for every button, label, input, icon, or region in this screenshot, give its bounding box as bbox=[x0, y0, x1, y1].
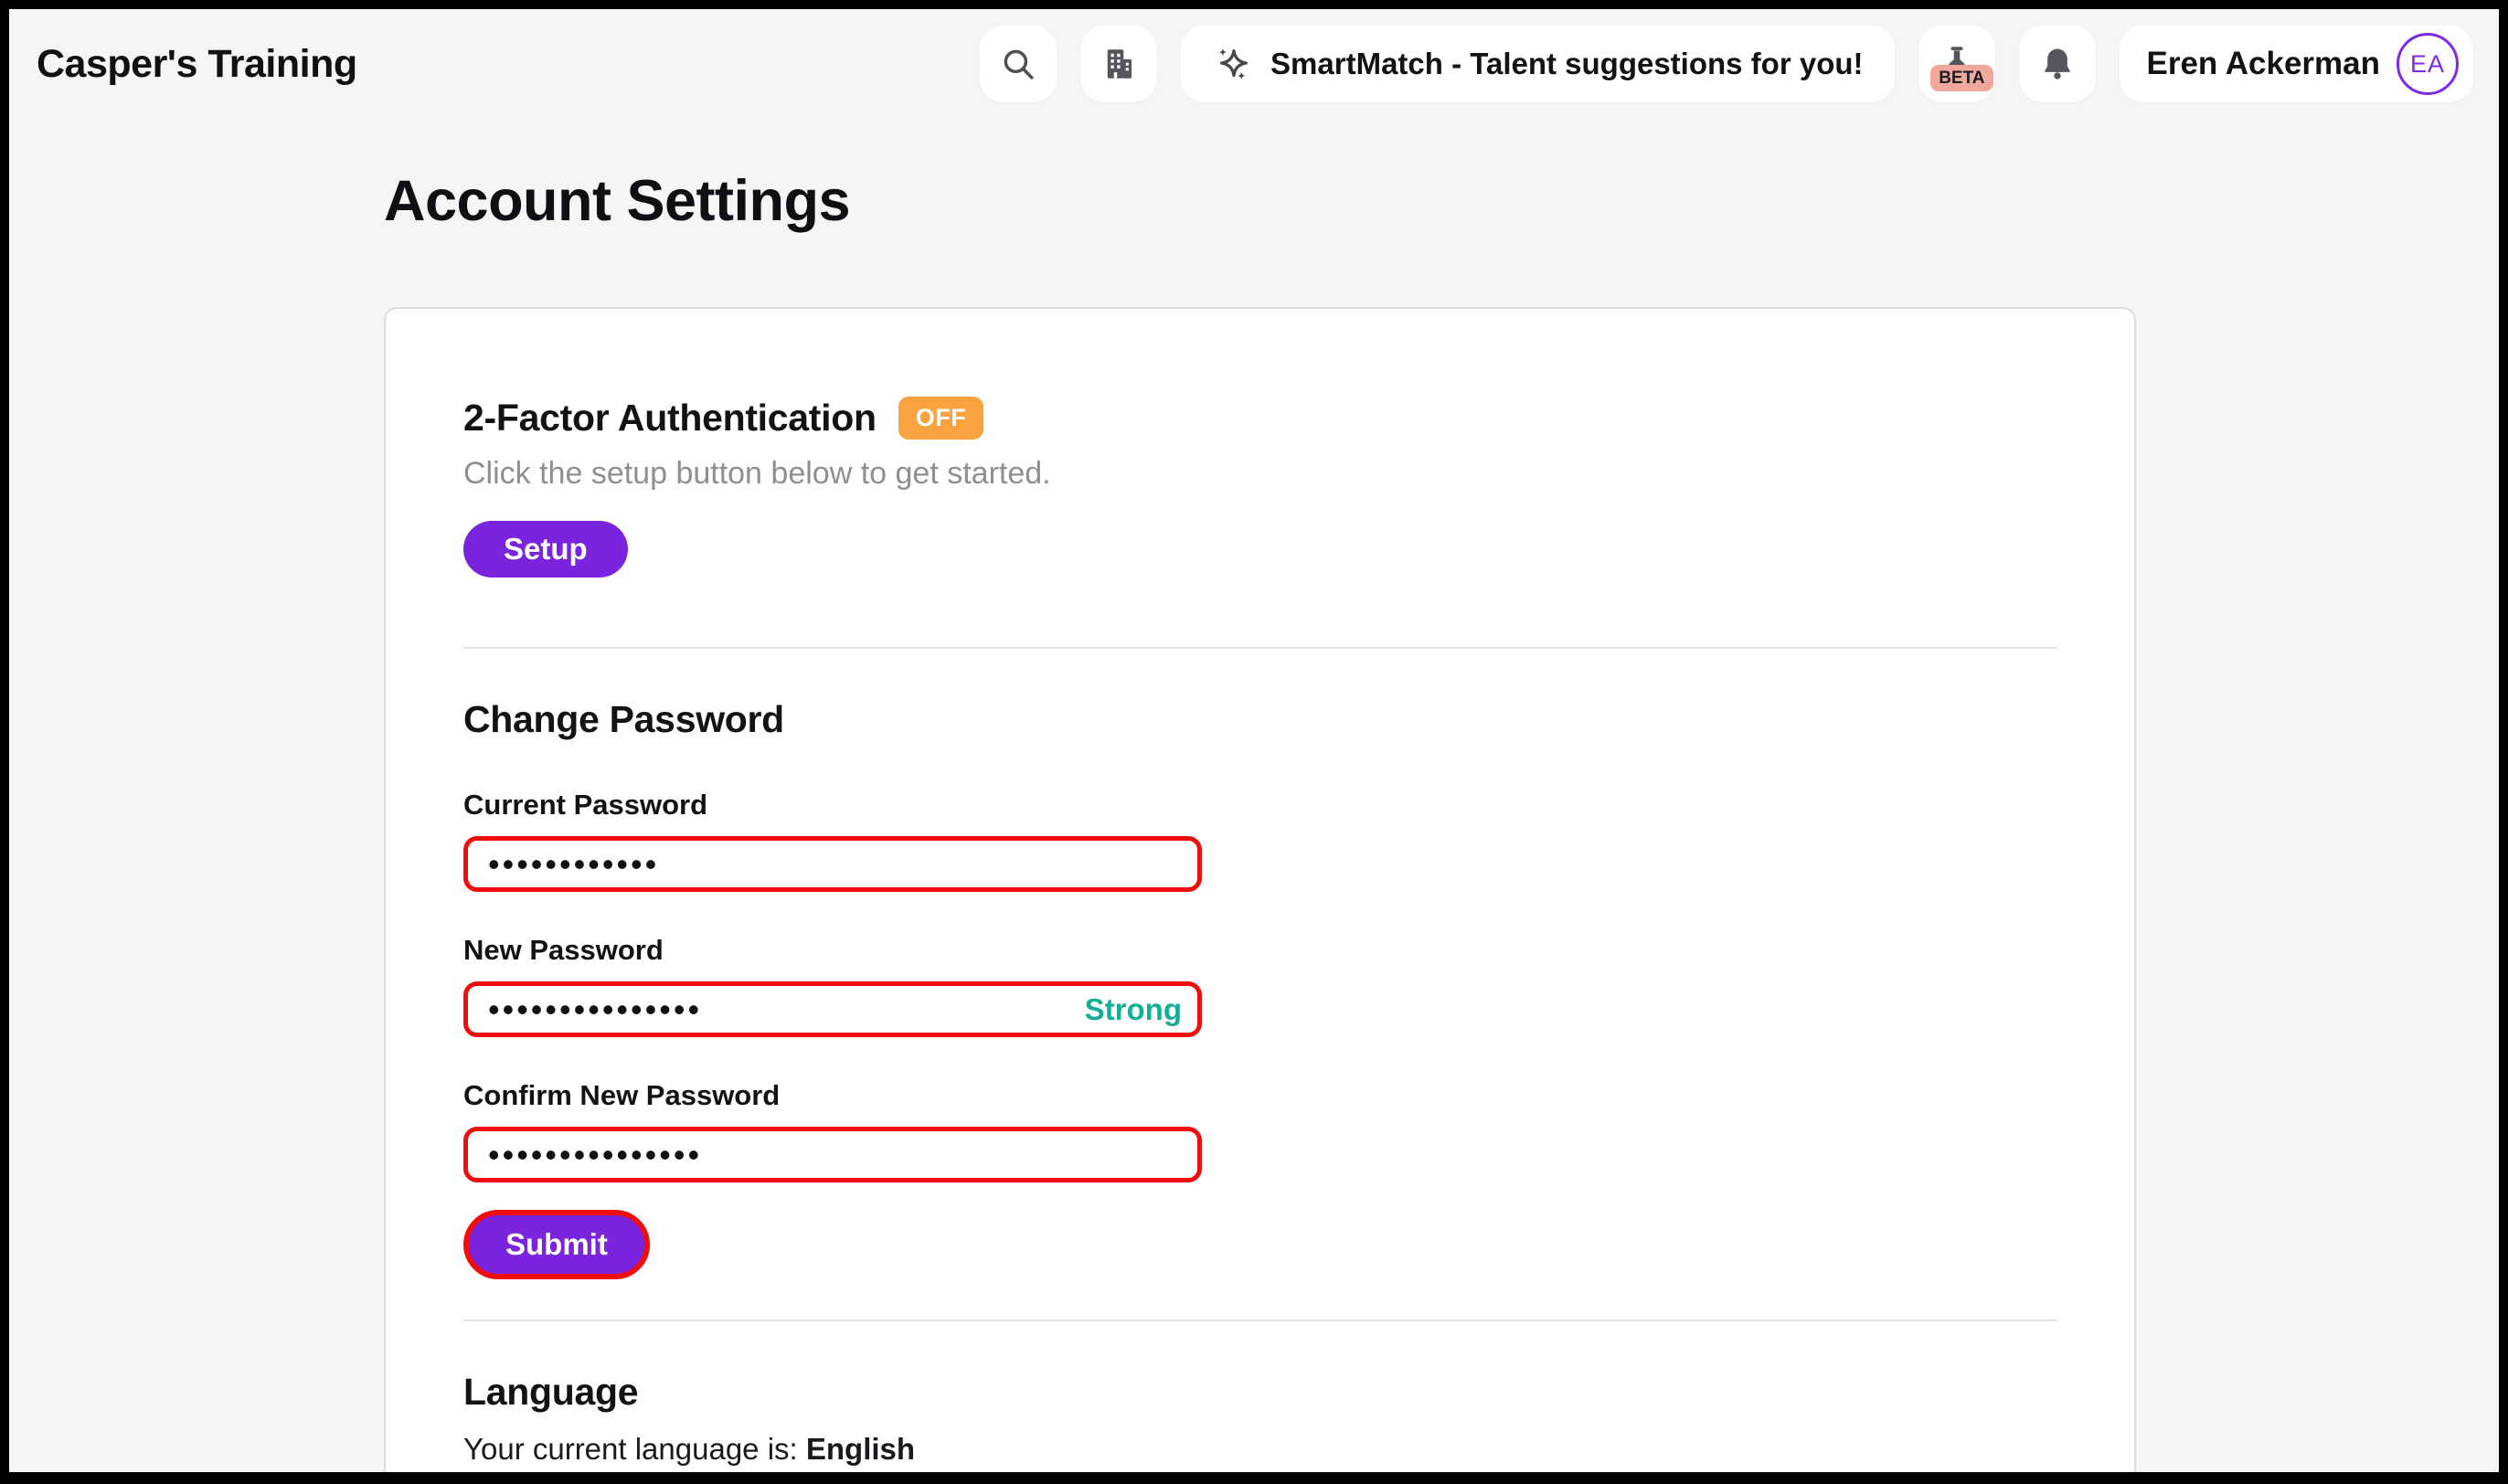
user-menu-button[interactable]: Eren Ackerman EA bbox=[2120, 26, 2474, 102]
beta-badge: BETA bbox=[1930, 65, 1993, 91]
current-password-label: Current Password bbox=[463, 789, 2057, 822]
submit-button[interactable]: Submit bbox=[463, 1210, 650, 1279]
password-strength-indicator: Strong bbox=[1085, 992, 1182, 1027]
app-window: Casper's Training bbox=[0, 0, 2508, 1484]
setup-button[interactable]: Setup bbox=[463, 521, 628, 578]
current-language-value: English bbox=[806, 1432, 915, 1466]
current-password-input[interactable] bbox=[463, 836, 1202, 892]
notifications-button[interactable] bbox=[2019, 26, 2096, 102]
two-factor-description: Click the setup button below to get star… bbox=[463, 456, 2057, 492]
top-bar: Casper's Training bbox=[9, 9, 2499, 102]
section-divider bbox=[463, 1320, 2057, 1321]
section-divider bbox=[463, 647, 2057, 649]
language-title: Language bbox=[463, 1371, 2057, 1414]
app-title: Casper's Training bbox=[37, 42, 357, 87]
two-factor-section: 2-Factor Authentication OFF Click the se… bbox=[463, 397, 2057, 578]
sparkles-icon bbox=[1212, 43, 1254, 85]
confirm-password-input[interactable] bbox=[463, 1127, 1202, 1182]
avatar: EA bbox=[2396, 33, 2459, 95]
search-button[interactable] bbox=[980, 26, 1057, 102]
change-password-section: Change Password Current Password New Pas… bbox=[463, 698, 2057, 1279]
search-icon bbox=[999, 45, 1037, 83]
bell-icon bbox=[2038, 45, 2077, 83]
two-factor-status-badge: OFF bbox=[898, 397, 984, 440]
new-password-label: New Password bbox=[463, 934, 2057, 967]
smartmatch-label: SmartMatch - Talent suggestions for you! bbox=[1270, 47, 1863, 81]
new-password-field: Strong bbox=[463, 981, 1202, 1037]
labs-button[interactable]: BETA bbox=[1918, 26, 1995, 102]
user-name: Eren Ackerman bbox=[2147, 46, 2381, 82]
company-button[interactable] bbox=[1080, 26, 1157, 102]
settings-card: 2-Factor Authentication OFF Click the se… bbox=[384, 307, 2136, 1484]
main-content: Account Settings 2-Factor Authentication… bbox=[384, 168, 2136, 1484]
language-section: Language Your current language is: Engli… bbox=[463, 1371, 2057, 1484]
top-bar-actions: SmartMatch - Talent suggestions for you!… bbox=[980, 26, 2473, 102]
page-title: Account Settings bbox=[384, 168, 2136, 234]
two-factor-title: 2-Factor Authentication bbox=[463, 397, 877, 440]
smartmatch-button[interactable]: SmartMatch - Talent suggestions for you! bbox=[1181, 26, 1894, 102]
confirm-password-label: Confirm New Password bbox=[463, 1079, 2057, 1112]
change-password-title: Change Password bbox=[463, 698, 2057, 741]
building-icon bbox=[1100, 45, 1138, 83]
current-language-text: Your current language is: English bbox=[463, 1432, 2057, 1467]
